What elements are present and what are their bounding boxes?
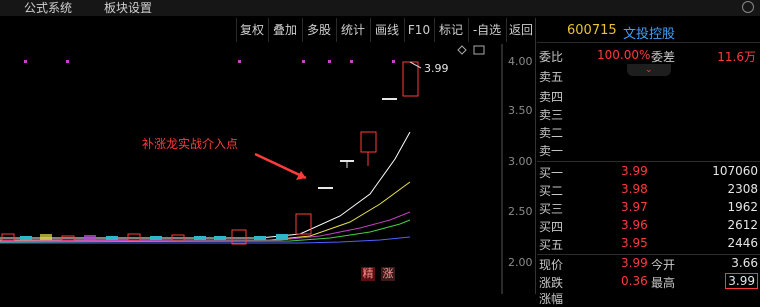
close-icon[interactable] — [742, 1, 754, 13]
buy-level-volume: 2612 — [727, 218, 758, 232]
high-value: 3.99 — [725, 273, 758, 289]
divider — [537, 161, 760, 162]
menu-bar: 公式系统 板块设置 — [0, 0, 760, 16]
y-tick-label: 3.00 — [508, 155, 533, 168]
candlestick-chart[interactable]: 4.00 3.50 3.00 2.50 2.00 3.99 补涨龙实战介入点 精… — [0, 44, 535, 294]
y-tick-label: 2.00 — [508, 256, 533, 269]
divider — [537, 254, 760, 255]
mark-button[interactable]: 标记 — [434, 18, 467, 42]
add-watchlist-button[interactable]: -自选 — [468, 18, 505, 42]
sell-level-label: 卖三 — [539, 108, 564, 122]
overlay-button[interactable]: 叠加 — [268, 18, 301, 42]
statistics-button[interactable]: 统计 — [336, 18, 369, 42]
stock-code: 600715 — [567, 23, 617, 38]
annotation-arrow — [254, 152, 307, 180]
chart-canvas: 4.00 3.50 3.00 2.50 2.00 3.99 补涨龙实战介入点 — [0, 44, 533, 294]
high-label: 最高 — [651, 276, 676, 290]
y-tick-label: 2.50 — [508, 205, 533, 218]
buy-level-label: 买二 — [539, 184, 564, 198]
candles-rising — [295, 61, 419, 235]
collapse-toggle[interactable]: ⌄ — [627, 64, 671, 76]
ratio-value: 100.00% — [597, 48, 651, 62]
y-tick-label: 3.50 — [508, 104, 533, 117]
diamond-icon[interactable] — [457, 45, 467, 55]
multi-stock-button[interactable]: 多股 — [302, 18, 335, 42]
buy-level-label: 买三 — [539, 202, 564, 216]
quote-panel: 600715 文投控股 委比 100.00% 委差 11.6万 ⌄ 卖五 卖四 … — [537, 18, 760, 306]
divider — [537, 42, 760, 43]
open-label: 今开 — [651, 258, 676, 272]
diff-label: 委差 — [651, 50, 676, 64]
menu-formula-system[interactable]: 公式系统 — [24, 0, 72, 16]
buy-level-price: 3.98 — [621, 182, 648, 196]
buy-level-price: 3.96 — [621, 218, 648, 232]
panel-separator — [535, 18, 536, 294]
menu-sector-settings[interactable]: 板块设置 — [104, 0, 152, 16]
ma-line-yellow — [0, 181, 411, 241]
buy-level-volume: 107060 — [712, 164, 758, 178]
buy-level-price: 3.95 — [621, 236, 648, 250]
sell-level-label: 卖五 — [539, 70, 564, 84]
badge-rise: 涨 — [381, 267, 395, 281]
signal-dots — [24, 60, 395, 63]
buy-level-price: 3.99 — [621, 164, 648, 178]
stock-name: 文投控股 — [623, 27, 676, 42]
buy-level-label: 买一 — [539, 166, 564, 180]
chevron-down-icon: ⌄ — [645, 65, 653, 75]
sell-level-label: 卖四 — [539, 90, 564, 104]
badge-precise: 精 — [361, 267, 375, 281]
sell-level-label: 卖一 — [539, 144, 564, 158]
buy-level-price: 3.97 — [621, 200, 648, 214]
f10-button[interactable]: F10 — [404, 18, 433, 42]
sell-level-label: 卖二 — [539, 126, 564, 140]
change-label: 涨跌 — [539, 276, 564, 290]
buy-level-label: 买五 — [539, 238, 564, 252]
now-price-value: 3.99 — [621, 256, 648, 270]
price-pointer — [409, 61, 422, 69]
buy-level-volume: 2308 — [727, 182, 758, 196]
diff-value: 11.6万 — [717, 50, 756, 64]
annotation-text: 补涨龙实战介入点 — [142, 136, 238, 151]
change-value: 0.36 — [621, 274, 648, 288]
ratio-label: 委比 — [539, 50, 564, 64]
last-price-label: 3.99 — [424, 62, 449, 75]
open-value: 3.66 — [731, 256, 758, 270]
window-icon[interactable] — [473, 45, 485, 55]
change-percent-label: 涨幅 — [539, 292, 564, 306]
buy-level-volume: 2446 — [727, 236, 758, 250]
buy-level-volume: 1962 — [727, 200, 758, 214]
now-price-label: 现价 — [539, 258, 564, 272]
back-button[interactable]: 返回 — [506, 18, 535, 42]
restore-rights-button[interactable]: 复权 — [236, 18, 267, 42]
y-tick-label: 4.00 — [508, 55, 533, 68]
buy-level-label: 买四 — [539, 220, 564, 234]
chart-toolbar: 复权 叠加 多股 统计 画线 F10 标记 -自选 返回 — [0, 18, 535, 42]
draw-line-button[interactable]: 画线 — [370, 18, 403, 42]
